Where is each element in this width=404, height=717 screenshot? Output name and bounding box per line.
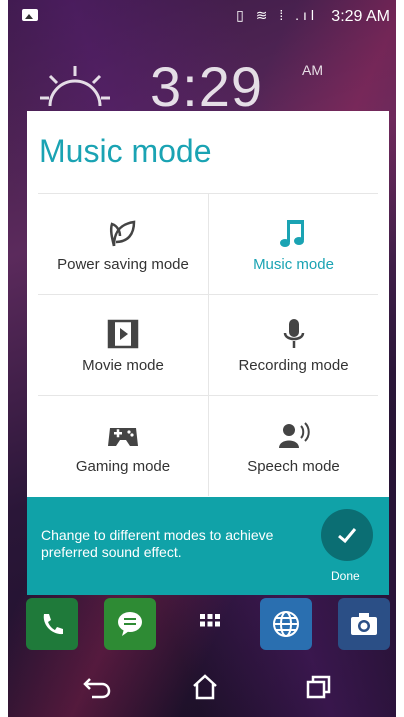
recents-icon [306, 675, 331, 699]
mode-label: Speech mode [247, 458, 340, 475]
microphone-icon [283, 319, 304, 348]
navigation-bar [8, 660, 396, 717]
mode-label: Gaming mode [75, 458, 171, 475]
mode-grid: Power saving mode Music mode Movie mode [38, 193, 378, 497]
mode-label: Recording mode [238, 357, 349, 374]
mode-recording[interactable]: Recording mode [208, 294, 378, 395]
dialog-title: Music mode [39, 133, 212, 169]
home-icon [193, 674, 217, 700]
mode-gaming[interactable]: Gaming mode [38, 395, 208, 496]
home-button[interactable] [188, 672, 222, 702]
frame-left [0, 0, 8, 717]
mode-power-saving[interactable]: Power saving mode [38, 193, 208, 294]
app-dock [8, 598, 396, 653]
messages-icon[interactable] [104, 598, 156, 650]
frame-right [396, 0, 404, 717]
gallery-notification-icon [22, 9, 38, 21]
mode-speech[interactable]: Speech mode [208, 395, 378, 496]
mode-label: Movie mode [82, 357, 164, 374]
back-icon [83, 678, 111, 699]
mode-label: Power saving mode [57, 256, 189, 273]
sun-icon [40, 66, 110, 107]
info-banner: Change to different modes to achieve pre… [27, 497, 389, 595]
mode-movie[interactable]: Movie mode [38, 294, 208, 395]
clock-time: 3:29 [150, 55, 263, 118]
status-bar: ▯ ≋ ⁞ .ıl 3:29 AM [8, 0, 396, 32]
audio-mode-dialog: Music mode Power saving mode Music mode [27, 111, 389, 497]
back-button[interactable] [80, 672, 114, 702]
camera-icon[interactable] [338, 598, 390, 650]
clock-ampm: AM [302, 62, 323, 78]
done-label: Done [331, 569, 360, 583]
done-button[interactable] [321, 509, 373, 561]
speaker-icon [278, 422, 310, 448]
gamepad-icon [108, 428, 138, 446]
mode-label: Music mode [253, 256, 334, 273]
phone-icon[interactable] [26, 598, 78, 650]
status-time: 3:29 AM [331, 8, 390, 25]
mode-music[interactable]: Music mode [208, 193, 378, 294]
recents-button[interactable] [302, 672, 336, 702]
check-icon [338, 528, 357, 544]
leaf-icon [109, 220, 136, 247]
music-note-icon [279, 220, 304, 247]
banner-message: Change to different modes to achieve pre… [41, 527, 274, 560]
film-icon [107, 319, 139, 349]
apps-grid-icon[interactable] [184, 598, 236, 650]
status-icons: ▯ ≋ ⁞ .ıl [236, 7, 318, 23]
browser-icon[interactable] [260, 598, 312, 650]
